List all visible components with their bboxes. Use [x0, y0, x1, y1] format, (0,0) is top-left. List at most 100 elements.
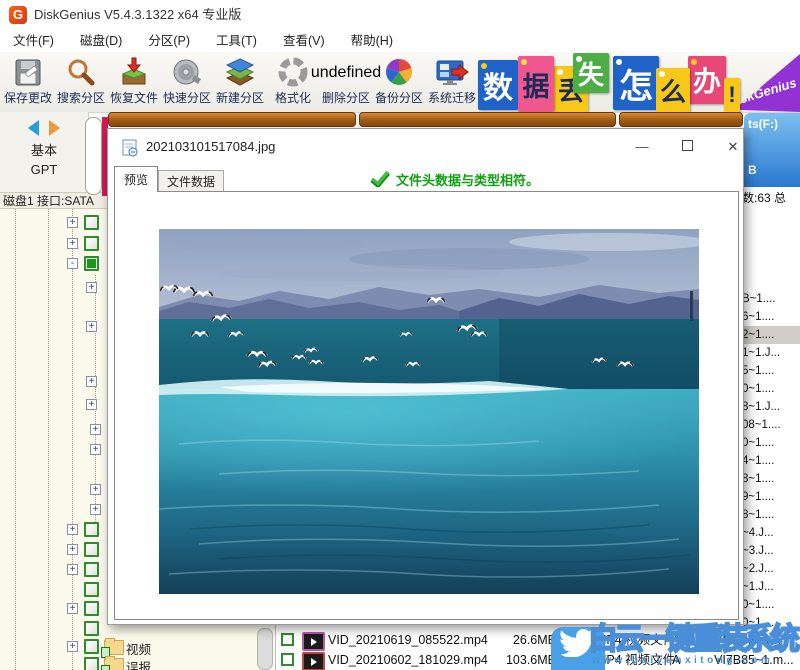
tree-expander[interactable]: +: [86, 399, 97, 410]
shortname-row[interactable]: 6~1....: [742, 308, 800, 326]
menu-item-3[interactable]: 工具(T): [203, 30, 270, 52]
recover-files-icon: [108, 55, 160, 91]
shortname-row[interactable]: ~1.J...: [742, 578, 800, 596]
shortname-row[interactable]: 1~1.J...: [742, 344, 800, 362]
toolbar-button-backup[interactable]: 备份分区: [373, 55, 425, 109]
maximize-button[interactable]: [670, 136, 704, 158]
toolbar-button-save[interactable]: 保存更改: [2, 55, 54, 109]
toolbar-button-label: 删除分区: [320, 91, 372, 105]
toolbar-button-recover[interactable]: 恢复文件: [108, 55, 160, 109]
partition-tab[interactable]: [108, 112, 356, 127]
menu-item-2[interactable]: 分区(P): [135, 30, 203, 52]
deleted-folder-trash-icon: [101, 665, 110, 670]
shortname-row[interactable]: ~3.J...: [742, 542, 800, 560]
menu-item-0[interactable]: 文件(F): [0, 30, 67, 52]
close-button[interactable]: ✕: [716, 136, 750, 158]
tree-checkbox[interactable]: [84, 542, 99, 557]
shortname-row[interactable]: 0~1....: [742, 380, 800, 398]
tree-checkbox[interactable]: [84, 621, 99, 636]
toolbar-button-newpart[interactable]: 新建分区: [214, 55, 266, 109]
preview-dialog: 202103101517084.jpg — ✕ 预览 文件数据 文件头数据与类型…: [107, 128, 744, 625]
tile-dot: [521, 59, 527, 65]
toolbar-button-label: 系统迁移: [426, 91, 478, 105]
file-checkbox[interactable]: [281, 653, 294, 666]
tree-expander[interactable]: +: [86, 321, 97, 332]
tab-preview[interactable]: 预览: [114, 166, 158, 192]
shortname-row[interactable]: ~2.J...: [742, 560, 800, 578]
tree-expander[interactable]: +: [67, 564, 78, 575]
toolbar-button-delete[interactable]: undefined删除分区: [320, 55, 372, 109]
shortname-row[interactable]: 8~1.J...: [742, 398, 800, 416]
tree-scrollbar[interactable]: [257, 628, 273, 670]
minimize-button[interactable]: —: [625, 136, 659, 158]
menu-item-4[interactable]: 查看(V): [270, 30, 338, 52]
tree-expander[interactable]: +: [86, 376, 97, 387]
tile-dot: [576, 56, 582, 62]
tile-dot: [659, 71, 665, 77]
backup-partition-icon: [373, 55, 425, 91]
tree-expander[interactable]: +: [67, 524, 78, 535]
tree-expander[interactable]: +: [67, 641, 78, 652]
toolbar-button-migrate[interactable]: 系统迁移: [426, 55, 478, 109]
window-title: DiskGenius V5.4.3.1322 x64 专业版: [34, 0, 241, 30]
tree-expander[interactable]: +: [67, 238, 78, 249]
tree-guide: [72, 209, 73, 670]
tile-dot: [691, 59, 697, 65]
tree-expander[interactable]: +: [90, 444, 101, 455]
tree-folder-label[interactable]: 视频: [126, 639, 151, 658]
shortname-row[interactable]: 4~1....: [742, 452, 800, 470]
tree-expander[interactable]: +: [90, 424, 101, 435]
shortname-row[interactable]: 0~1....: [742, 434, 800, 452]
dialog-title: 202103101517084.jpg: [146, 129, 275, 165]
file-checkbox[interactable]: [281, 633, 294, 646]
tree-expander[interactable]: +: [90, 504, 101, 515]
toolbar-button-search[interactable]: 搜索分区: [55, 55, 107, 109]
tile-dot: [481, 63, 487, 69]
shortname-row[interactable]: 8~1....: [742, 470, 800, 488]
shortname-row[interactable]: 8~1....: [742, 506, 800, 524]
tree-checkbox[interactable]: [84, 215, 99, 230]
shortname-row[interactable]: ~4.J...: [742, 524, 800, 542]
tree-expander[interactable]: +: [86, 282, 97, 293]
tree-expander[interactable]: +: [67, 544, 78, 555]
partition-tab[interactable]: [359, 112, 616, 127]
tree-expander[interactable]: +: [67, 603, 78, 614]
tree-checkbox[interactable]: [84, 657, 99, 670]
partition-box-f[interactable]: ts(F:) B: [744, 113, 800, 187]
tile-dot: [616, 59, 622, 65]
tree-checkbox[interactable]: [84, 582, 99, 597]
tree-checkbox[interactable]: [84, 522, 99, 537]
tree-expander[interactable]: +: [90, 484, 101, 495]
tree-folder-label[interactable]: 误报: [126, 657, 151, 670]
partition-box-left[interactable]: [85, 117, 102, 195]
diskgenius-window: G DiskGenius V5.4.3.1322 x64 专业版 文件(F)磁盘…: [0, 0, 800, 670]
shortname-row[interactable]: 9~1....: [742, 488, 800, 506]
toolbar-button-label: 格式化: [267, 91, 319, 105]
shortname-row[interactable]: 5~1....: [742, 362, 800, 380]
tree-checkbox[interactable]: [84, 639, 99, 654]
toolbar-button-label: 新建分区: [214, 91, 266, 105]
shortname-row[interactable]: 08~1....: [742, 416, 800, 434]
table-type-label: GPT: [0, 160, 88, 179]
shortname-row-selected[interactable]: 2~1....: [742, 326, 800, 344]
back-arrow-icon[interactable]: [28, 120, 39, 136]
menu-item-5[interactable]: 帮助(H): [338, 30, 406, 52]
search-icon: [55, 55, 107, 91]
tree-expander[interactable]: +: [67, 217, 78, 228]
partition-tab[interactable]: [619, 112, 743, 127]
tree-checkbox[interactable]: [84, 236, 99, 251]
shortname-row[interactable]: B~1....: [742, 290, 800, 308]
tree-expander[interactable]: -: [67, 258, 78, 269]
tree-checkbox[interactable]: [84, 562, 99, 577]
disk-geometry-fragment: 数:63 总: [742, 189, 786, 206]
shortname-row[interactable]: 0~1....: [742, 596, 800, 614]
tree-checkbox[interactable]: [84, 601, 99, 616]
toolbar-button-label: 快速分区: [161, 91, 213, 105]
forward-arrow-icon[interactable]: [49, 120, 60, 136]
tree-checkbox-checked[interactable]: [84, 256, 99, 271]
promo-banner[interactable]: DiskGenius 数据丢失怎么办!: [476, 52, 800, 112]
toolbar-button-quick[interactable]: 快速分区: [161, 55, 213, 109]
tab-file-data[interactable]: 文件数据: [158, 170, 224, 192]
menu-item-1[interactable]: 磁盘(D): [67, 30, 135, 52]
banner-tile: 办: [688, 56, 726, 104]
